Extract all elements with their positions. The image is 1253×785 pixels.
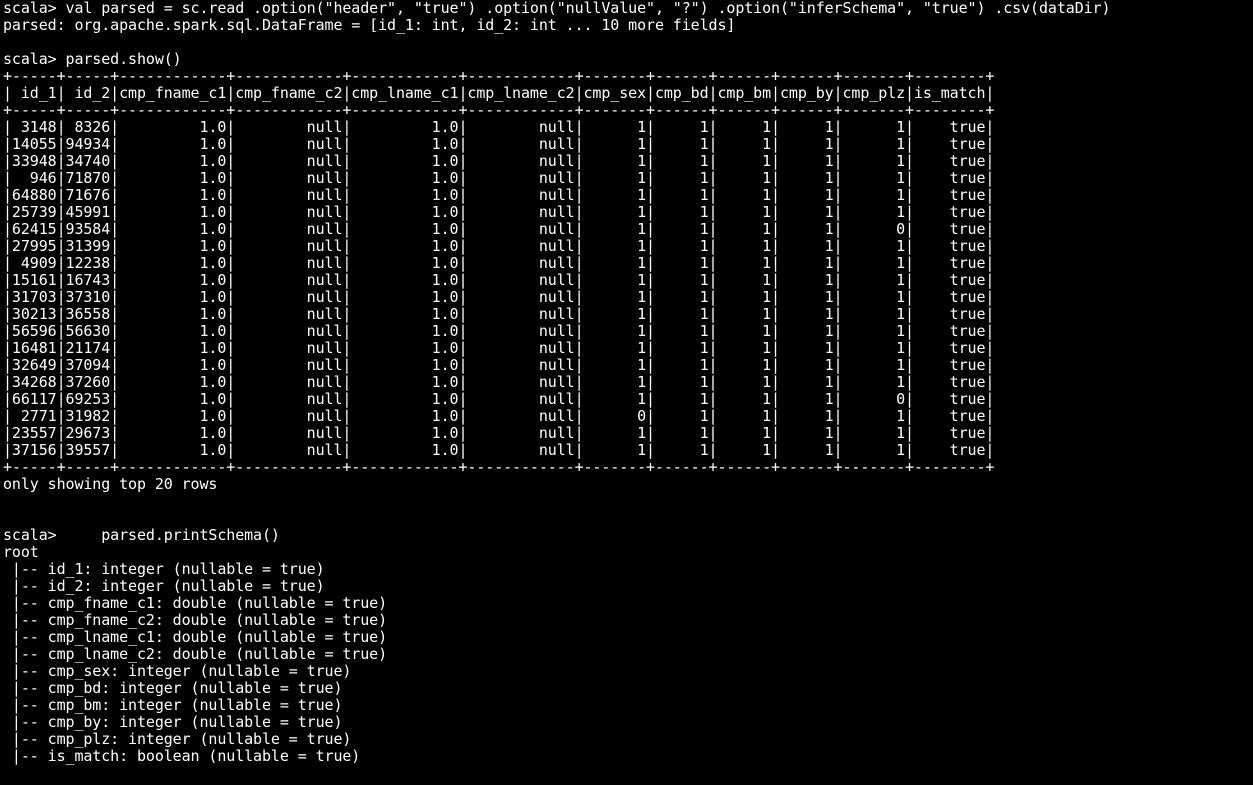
schema-field-line: |-- id_2: integer (nullable = true) (3, 577, 325, 595)
table-row: |37156|39557| 1.0| null| 1.0| null| 1| 1… (3, 441, 995, 459)
table-row: |32649|37094| 1.0| null| 1.0| null| 1| 1… (3, 356, 995, 374)
table-row: |56596|56630| 1.0| null| 1.0| null| 1| 1… (3, 322, 995, 340)
table-row: |30213|36558| 1.0| null| 1.0| null| 1| 1… (3, 305, 995, 323)
table-row: | 4909|12238| 1.0| null| 1.0| null| 1| 1… (3, 254, 995, 272)
table-row: |31703|37310| 1.0| null| 1.0| null| 1| 1… (3, 288, 995, 306)
table-row: |34268|37260| 1.0| null| 1.0| null| 1| 1… (3, 373, 995, 391)
schema-field-line: |-- cmp_bd: integer (nullable = true) (3, 679, 343, 697)
table-row: |14055|94934| 1.0| null| 1.0| null| 1| 1… (3, 135, 995, 153)
table-row: |33948|34740| 1.0| null| 1.0| null| 1| 1… (3, 152, 995, 170)
table-row: |62415|93584| 1.0| null| 1.0| null| 1| 1… (3, 220, 995, 238)
table-row: | 3148| 8326| 1.0| null| 1.0| null| 1| 1… (3, 118, 995, 136)
terminal-output[interactable]: scala> val parsed = sc.read .option("hea… (3, 0, 1251, 785)
schema-field-line: |-- cmp_plz: integer (nullable = true) (3, 730, 352, 748)
table-row: |25739|45991| 1.0| null| 1.0| null| 1| 1… (3, 203, 995, 221)
table-row: |16481|21174| 1.0| null| 1.0| null| 1| 1… (3, 339, 995, 357)
command-line: scala> parsed.printSchema() (3, 526, 280, 544)
schema-field-line: |-- cmp_by: integer (nullable = true) (3, 713, 343, 731)
schema-field-line: |-- id_1: integer (nullable = true) (3, 560, 325, 578)
table-border-line: +-----+-----+------------+------------+-… (3, 458, 995, 476)
schema-field-line: |-- cmp_lname_c1: double (nullable = tru… (3, 628, 388, 646)
table-border-line: +-----+-----+------------+------------+-… (3, 101, 995, 119)
table-row: |66117|69253| 1.0| null| 1.0| null| 1| 1… (3, 390, 995, 408)
output-line: root (3, 543, 39, 561)
table-row: | 946|71870| 1.0| null| 1.0| null| 1| 1|… (3, 169, 995, 187)
schema-field-line: |-- cmp_fname_c2: double (nullable = tru… (3, 611, 388, 629)
schema-field-line: |-- is_match: boolean (nullable = true) (3, 747, 361, 765)
schema-field-line: |-- cmp_fname_c1: double (nullable = tru… (3, 594, 388, 612)
schema-field-line: |-- cmp_sex: integer (nullable = true) (3, 662, 352, 680)
table-header-row: | id_1| id_2|cmp_fname_c1|cmp_fname_c2|c… (3, 84, 995, 102)
output-line: only showing top 20 rows (3, 475, 218, 493)
command-line: scala> val parsed = sc.read .option("hea… (3, 0, 1111, 17)
table-row: |27995|31399| 1.0| null| 1.0| null| 1| 1… (3, 237, 995, 255)
command-line: scala> parsed.show() (3, 50, 182, 68)
table-row: |64880|71676| 1.0| null| 1.0| null| 1| 1… (3, 186, 995, 204)
schema-field-line: |-- cmp_lname_c2: double (nullable = tru… (3, 645, 388, 663)
schema-field-line: |-- cmp_bm: integer (nullable = true) (3, 696, 343, 714)
table-row: |15161|16743| 1.0| null| 1.0| null| 1| 1… (3, 271, 995, 289)
output-line: parsed: org.apache.spark.sql.DataFrame =… (3, 16, 736, 34)
table-border-line: +-----+-----+------------+------------+-… (3, 67, 995, 85)
table-row: | 2771|31982| 1.0| null| 1.0| null| 0| 1… (3, 407, 995, 425)
table-row: |23557|29673| 1.0| null| 1.0| null| 1| 1… (3, 424, 995, 442)
